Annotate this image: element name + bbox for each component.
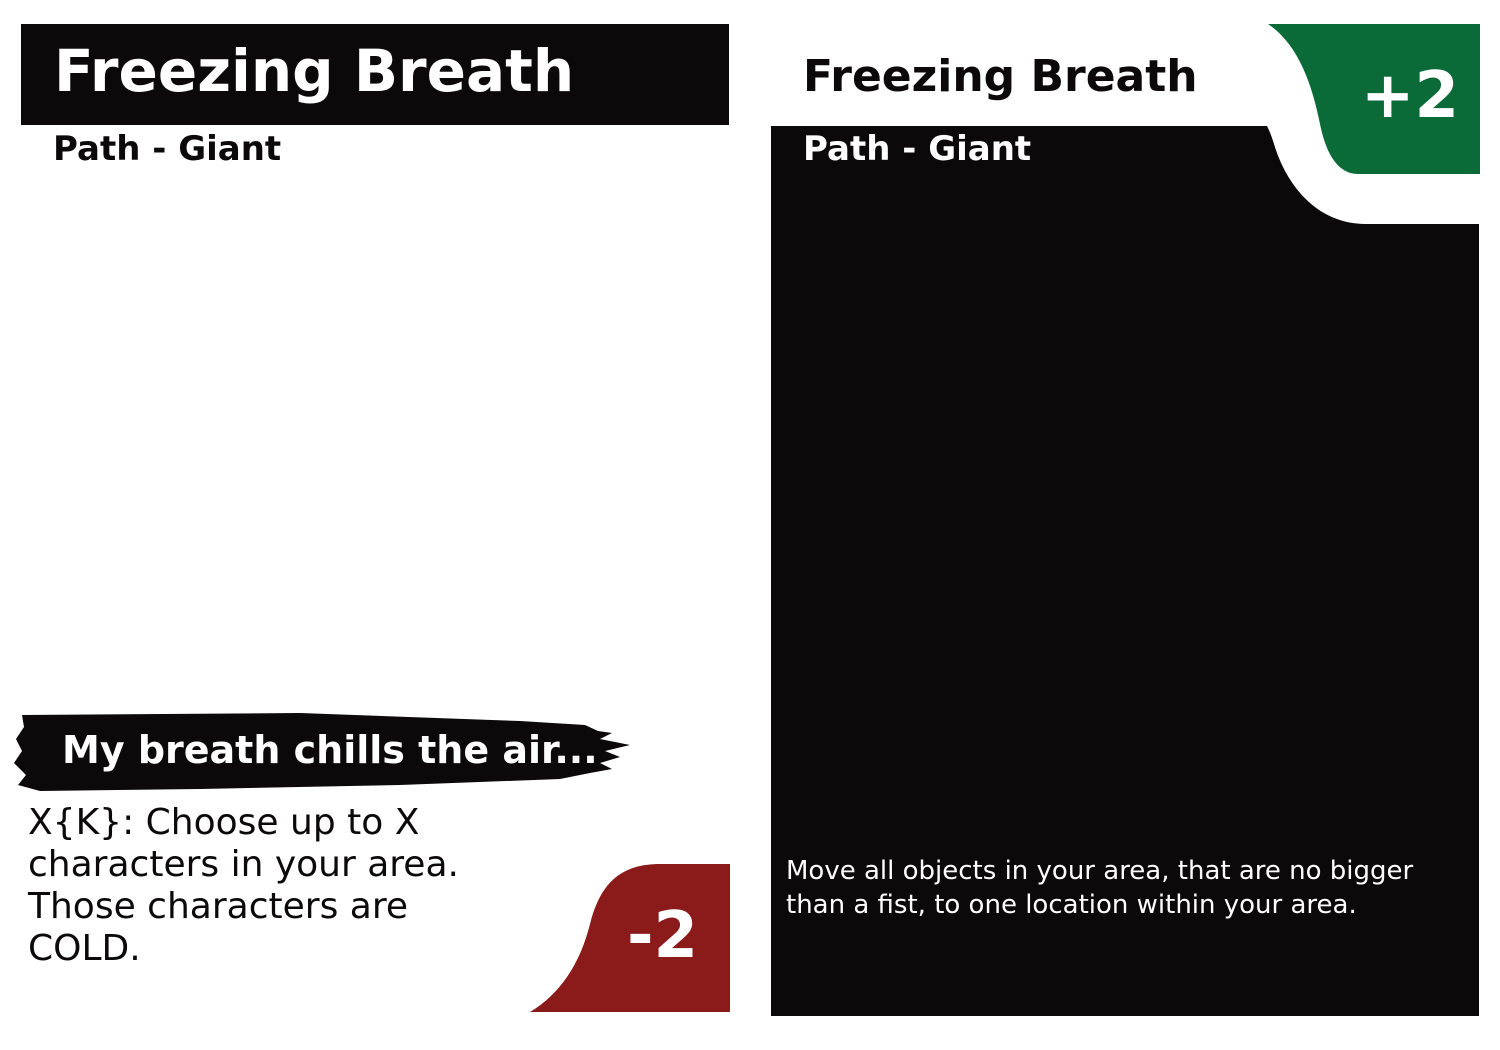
- right-card-title: Freezing Breath: [803, 51, 1198, 102]
- cost-value: -2: [626, 899, 699, 973]
- left-card-rules: X{K}: Choose up to X characters in your …: [28, 802, 459, 969]
- bonus-value: +2: [1360, 59, 1460, 133]
- right-card-rules: Move all objects in your area, that are …: [786, 856, 1414, 920]
- flavor-text: My breath chills the air...: [62, 728, 598, 772]
- right-card-subtitle: Path - Giant: [803, 129, 1032, 169]
- card-sheet: Freezing Breath Path - Giant My breath c…: [0, 0, 1500, 1050]
- left-card-subtitle: Path - Giant: [53, 129, 282, 169]
- left-card-title: Freezing Breath: [54, 37, 575, 105]
